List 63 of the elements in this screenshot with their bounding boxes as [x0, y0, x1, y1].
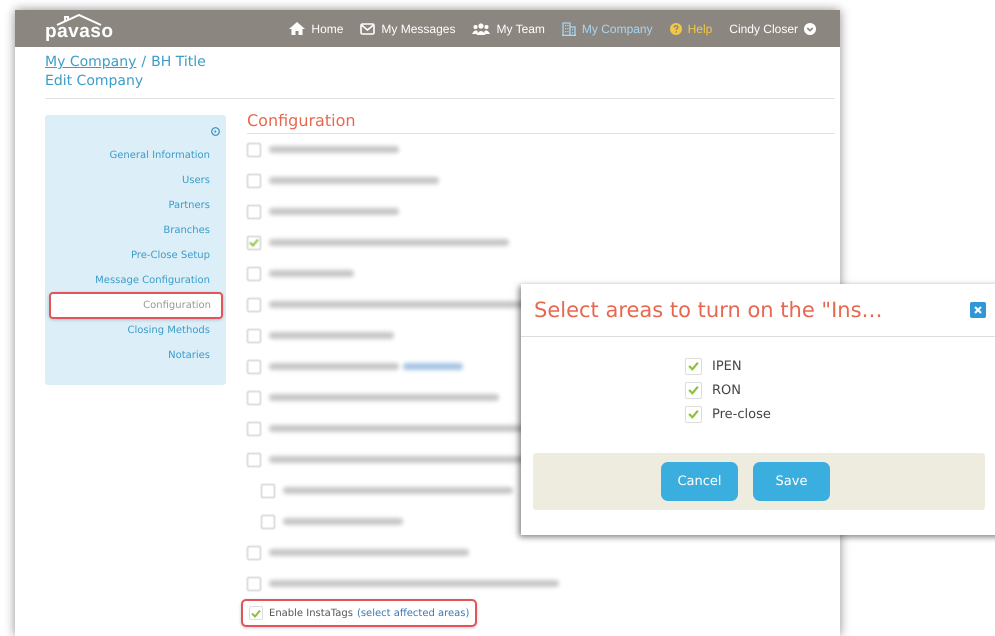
- nav-link[interactable]: Cindy Closer: [729, 22, 816, 36]
- blurred-checkbox[interactable]: [247, 142, 261, 156]
- blurred-checkbox[interactable]: [247, 298, 261, 312]
- nav-link[interactable]: My Team: [472, 22, 545, 36]
- check-icon: [251, 608, 261, 618]
- checkbox[interactable]: [685, 382, 702, 398]
- checkbox[interactable]: [685, 406, 702, 422]
- section-title: Configuration: [247, 111, 835, 134]
- blurred-checkbox[interactable]: [247, 204, 261, 218]
- blurred-checkbox[interactable]: [247, 452, 261, 466]
- breadcrumb-separator: /: [141, 53, 146, 72]
- blurred-checkbox[interactable]: [247, 576, 261, 590]
- sidebar-item[interactable]: Partners: [168, 193, 220, 218]
- sidebar-item[interactable]: Pre-Close Setup: [130, 243, 220, 268]
- sidebar-item[interactable]: General Information: [110, 143, 220, 168]
- logo-text: pavaso: [45, 22, 114, 42]
- dialog-title: Select areas to turn on the "Ins…: [534, 298, 883, 322]
- cancel-button[interactable]: Cancel: [661, 462, 738, 501]
- blurred-checkbox[interactable]: [247, 174, 261, 188]
- blurred-checkbox[interactable]: [261, 484, 275, 498]
- setting-label: Enable InstaTags: [269, 608, 353, 618]
- question-icon: [670, 22, 682, 34]
- breadcrumb-link[interactable]: My Company: [45, 53, 136, 72]
- envelope-icon: [360, 22, 376, 34]
- sidebar-item[interactable]: Closing Methods: [128, 318, 220, 343]
- blurred-checkbox[interactable]: [247, 546, 261, 560]
- select-areas-link[interactable]: (select affected areas): [356, 608, 470, 618]
- collapse-icon[interactable]: [211, 127, 220, 136]
- blurred-checkbox[interactable]: [247, 266, 261, 280]
- check-icon: [688, 409, 699, 419]
- option-label: IPEN: [712, 358, 742, 374]
- save-button[interactable]: Save: [753, 462, 830, 501]
- sidebar-item[interactable]: Users: [182, 168, 220, 193]
- nav-link[interactable]: My Messages: [360, 22, 456, 36]
- blurred-checkbox[interactable]: [261, 514, 275, 528]
- page-title: Edit Company: [45, 72, 144, 91]
- blurred-checkbox[interactable]: [247, 236, 261, 250]
- home-icon: [289, 22, 306, 35]
- option-label: Pre-close: [712, 406, 771, 422]
- chevron-down-icon: [804, 22, 816, 34]
- checkbox[interactable]: [249, 606, 263, 620]
- option-label: RON: [712, 382, 741, 398]
- nav-link[interactable]: Home: [289, 22, 344, 36]
- check-icon: [688, 361, 699, 371]
- checkbox[interactable]: [685, 358, 702, 374]
- breadcrumb-current: BH Title: [151, 53, 206, 72]
- blurred-checkbox[interactable]: [247, 422, 261, 436]
- house-roof-icon: [55, 14, 104, 26]
- sidebar-item[interactable]: Configuration: [49, 292, 223, 319]
- sidebar-item[interactable]: Branches: [163, 218, 220, 243]
- close-icon: [974, 306, 982, 314]
- nav-link[interactable]: My Company: [562, 22, 653, 36]
- close-button[interactable]: [970, 302, 986, 318]
- blurred-checkbox[interactable]: [247, 360, 261, 374]
- sidebar-item[interactable]: Message Configuration: [95, 268, 220, 293]
- sidebar-item[interactable]: Notaries: [168, 343, 220, 368]
- people-icon: [472, 22, 490, 34]
- building-icon: [562, 22, 576, 36]
- blurred-checkbox[interactable]: [247, 390, 261, 404]
- blurred-checkbox[interactable]: [247, 328, 261, 342]
- logo[interactable]: pavaso: [45, 14, 114, 42]
- nav-link[interactable]: Help: [670, 22, 712, 36]
- check-icon: [688, 385, 699, 395]
